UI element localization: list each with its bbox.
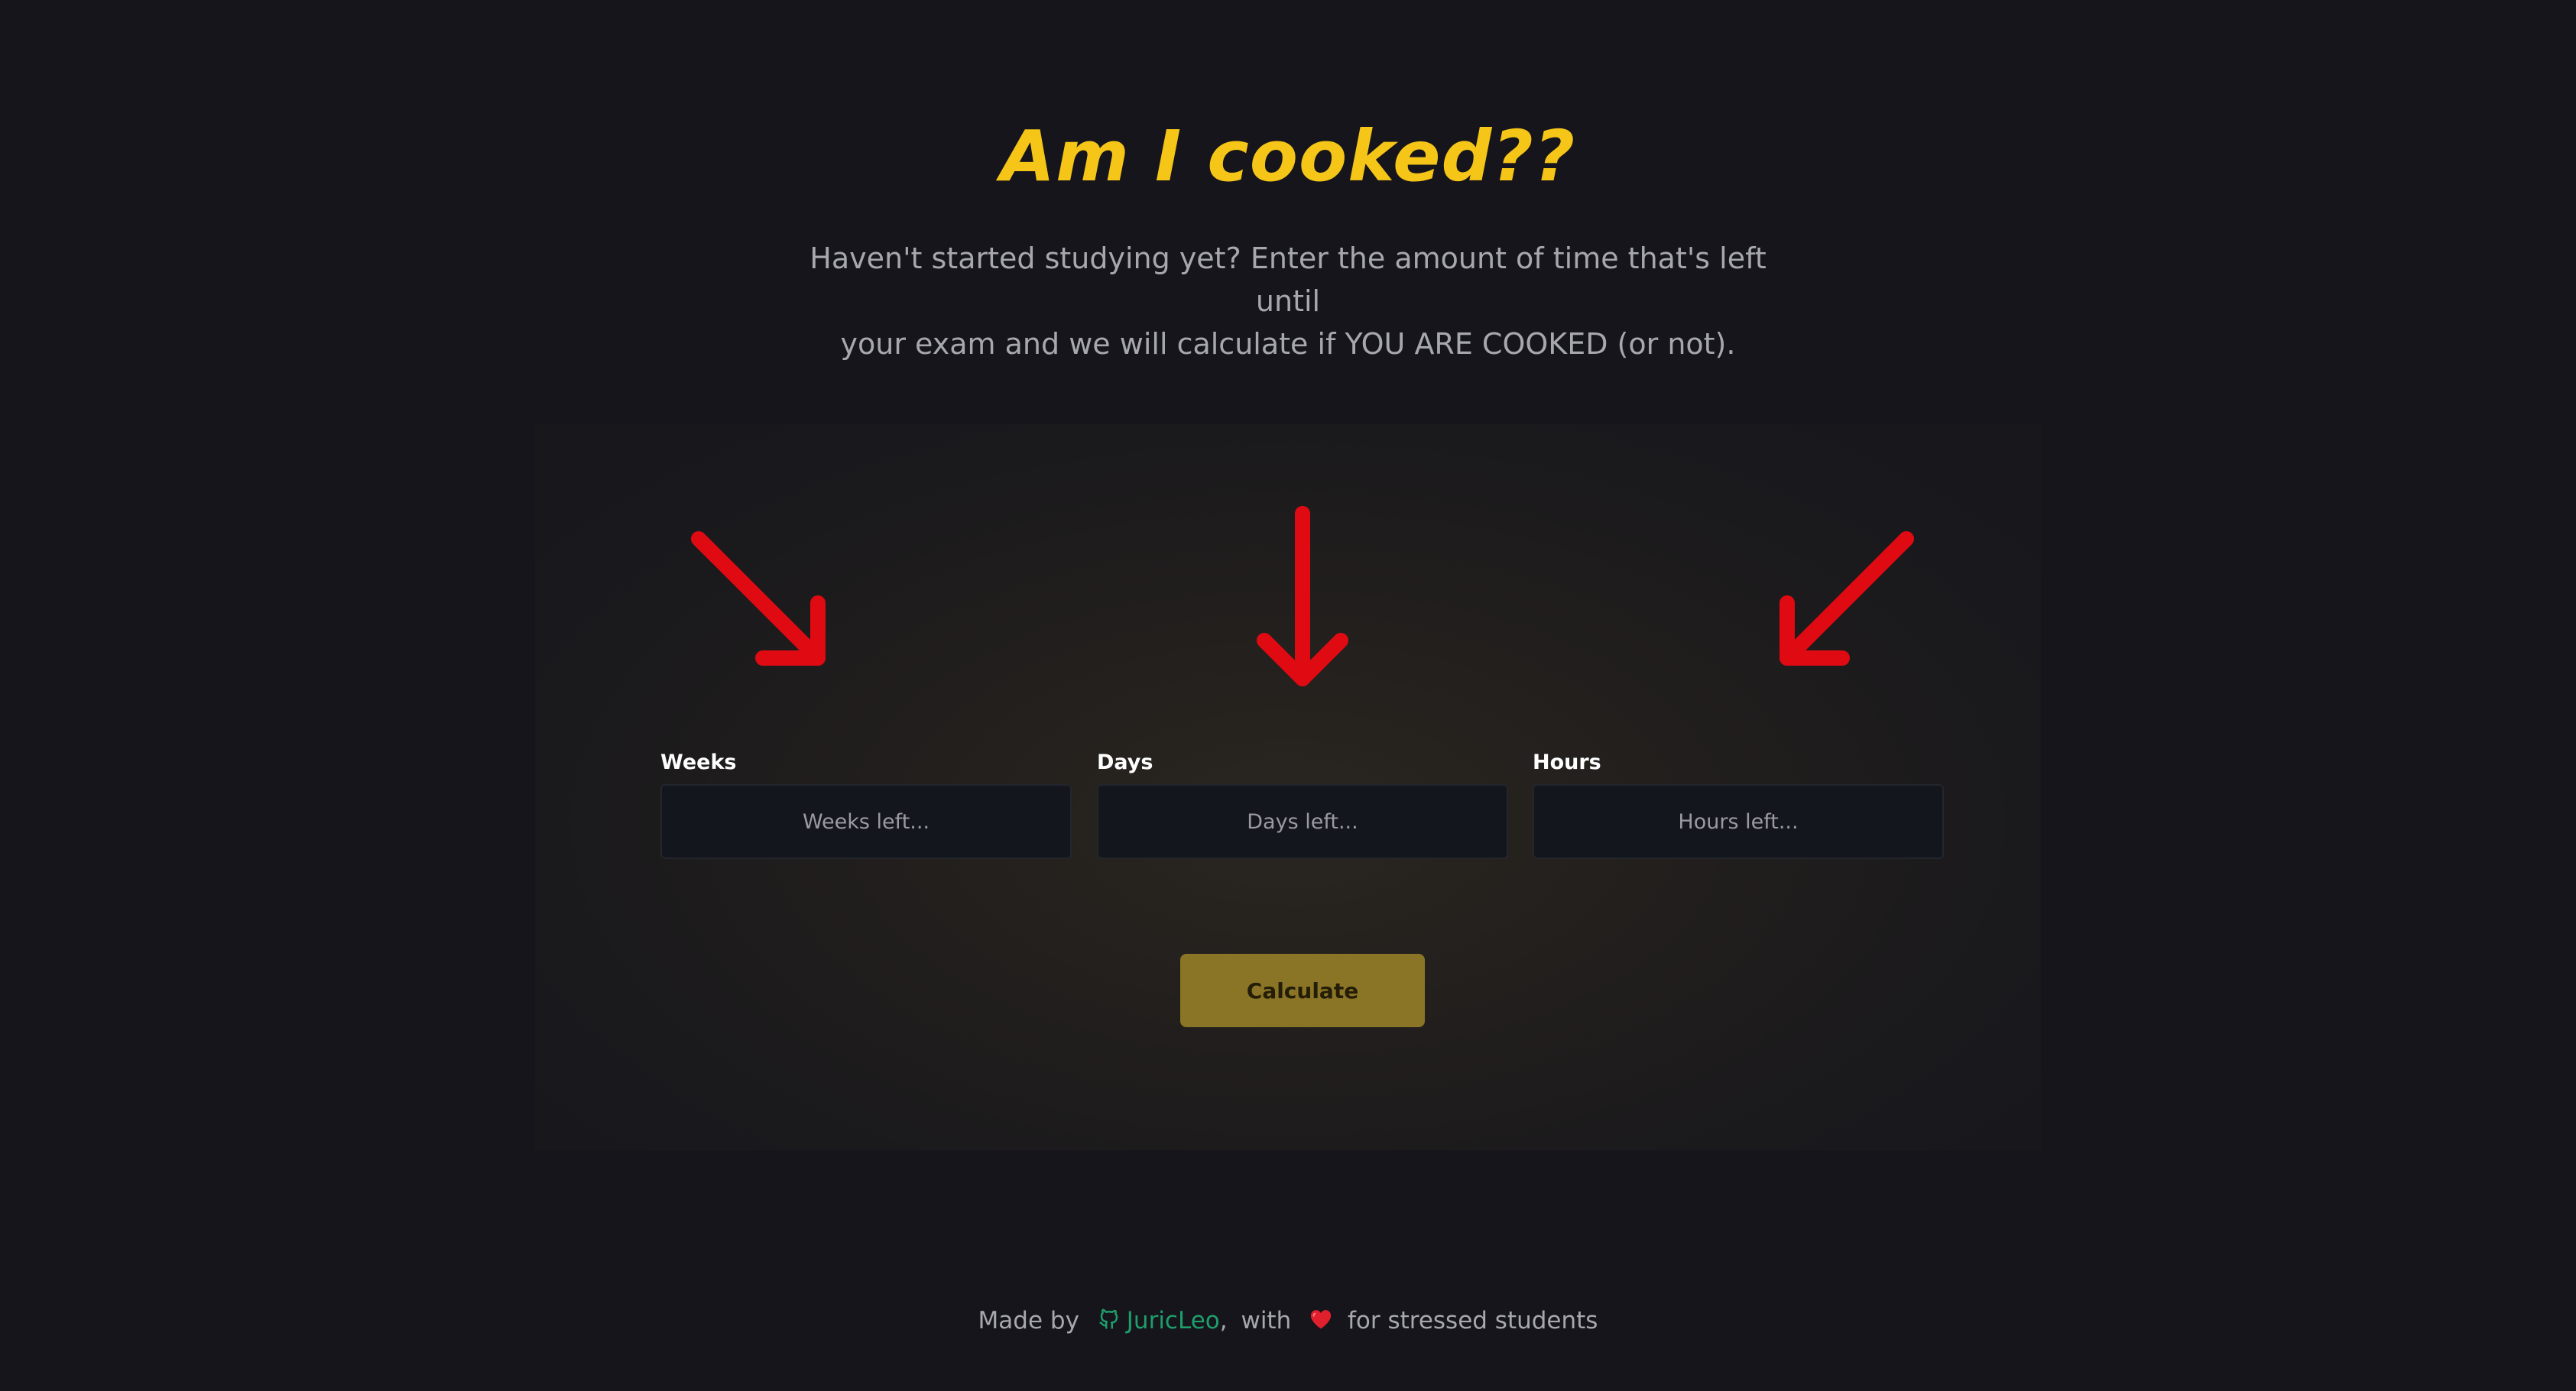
page: Am I cooked?? Haven't started studying y… (0, 0, 2576, 1391)
arrow-down-left-icon (1780, 531, 1914, 666)
footer-separator: , (1219, 1307, 1228, 1334)
weeks-field: Weeks (660, 749, 1073, 859)
hours-input[interactable] (1533, 784, 1944, 859)
heart-icon (1309, 1301, 1332, 1344)
hours-field: Hours (1533, 749, 1945, 859)
subtitle-line-2: your exam and we will calculate if YOU A… (840, 327, 1736, 361)
weeks-input[interactable] (660, 784, 1072, 859)
arrow-down-icon (1257, 506, 1348, 686)
author-link[interactable]: JuricLeo (1127, 1307, 1220, 1334)
hours-label: Hours (1533, 751, 1601, 774)
calculator-panel: Weeks Days Hours Calculate (535, 424, 2041, 1150)
github-icon[interactable] (1098, 1301, 1121, 1344)
days-input[interactable] (1097, 784, 1508, 859)
weeks-label: Weeks (660, 751, 737, 774)
arrow-down-right-icon (691, 531, 826, 666)
calculate-button[interactable]: Calculate (1180, 954, 1425, 1027)
footer: Made by JuricLeo, with for stressed stud… (0, 1299, 2576, 1344)
page-title: Am I cooked?? (1000, 115, 1576, 197)
subtitle-line-1: Haven't started studying yet? Enter the … (809, 242, 1767, 318)
footer-tail: for stressed students (1347, 1307, 1598, 1334)
days-label: Days (1097, 751, 1153, 774)
footer-with: with (1241, 1307, 1292, 1334)
days-field: Days (1097, 749, 1510, 859)
footer-made-by: Made by (978, 1307, 1079, 1334)
page-subtitle: Haven't started studying yet? Enter the … (791, 237, 1785, 365)
